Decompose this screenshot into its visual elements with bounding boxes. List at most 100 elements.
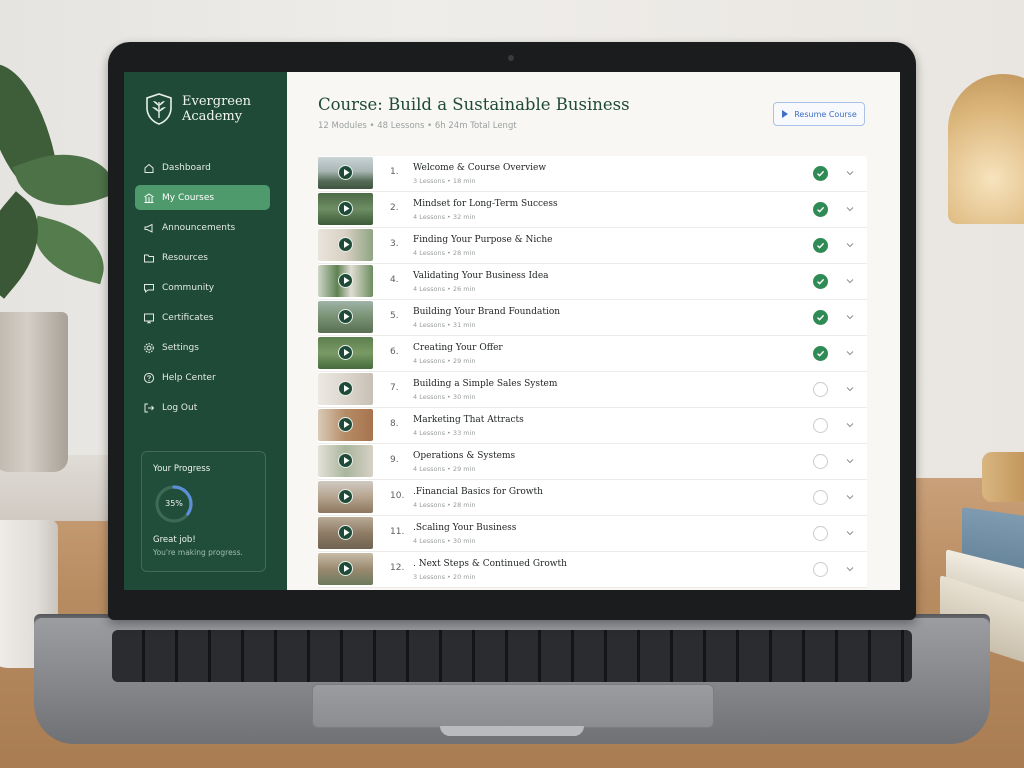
check-icon xyxy=(817,242,825,249)
folder-icon xyxy=(144,254,154,262)
play-button[interactable] xyxy=(338,165,353,180)
chevron-down-icon[interactable] xyxy=(845,312,855,322)
play-button[interactable] xyxy=(338,345,353,360)
chevron-down-icon[interactable] xyxy=(845,240,855,250)
play-button[interactable] xyxy=(338,417,353,432)
module-row[interactable]: 6. Creating Your Offer 4 Lessons • 29 min xyxy=(318,336,867,372)
chevron-down-icon[interactable] xyxy=(845,204,855,214)
sidebar-item-announcements[interactable]: Announcements xyxy=(135,215,270,240)
module-row[interactable]: 2. Mindset for Long-Term Success 4 Lessons… xyxy=(318,192,867,228)
module-details: 4 Lessons • 30 min xyxy=(413,537,476,545)
module-details: 4 Lessons • 33 min xyxy=(413,429,476,437)
sidebar-item-dashboard[interactable]: Dashboard xyxy=(135,155,270,180)
module-thumbnail[interactable] xyxy=(318,373,373,405)
chevron-down-icon[interactable] xyxy=(845,564,855,574)
play-button[interactable] xyxy=(338,273,353,288)
play-button[interactable] xyxy=(338,237,353,252)
module-row[interactable]: 7. Building a Simple Sales System 4 Lesson… xyxy=(318,372,867,408)
module-details: 3 Lessons • 18 min xyxy=(413,177,476,185)
logout-icon xyxy=(144,403,155,412)
module-title[interactable]: . Next Steps & Continued Growth xyxy=(413,559,567,569)
sidebar-item-label: Resources xyxy=(162,252,208,263)
sidebar-item-label: Community xyxy=(162,282,215,293)
module-title[interactable]: .Financial Basics for Growth xyxy=(413,487,543,497)
module-row[interactable]: 9. Operations & Systems 4 Lessons • 29 min xyxy=(318,444,867,480)
incomplete-status-icon xyxy=(813,418,828,433)
main-content: Course: Build a Sustainable Business 12 … xyxy=(287,72,900,590)
module-row[interactable]: 12. . Next Steps & Continued Growth 3 Less… xyxy=(318,552,867,588)
module-title[interactable]: Marketing That Attracts xyxy=(413,415,524,425)
module-row[interactable]: 8. Marketing That Attracts 4 Lessons • 33 … xyxy=(318,408,867,444)
module-row[interactable]: 10. .Financial Basics for Growth 4 Lessons… xyxy=(318,480,867,516)
play-button[interactable] xyxy=(338,525,353,540)
module-title[interactable]: Building a Simple Sales System xyxy=(413,379,557,389)
chevron-down-icon[interactable] xyxy=(845,384,855,394)
sidebar-item-settings[interactable]: Settings xyxy=(135,335,270,360)
module-title[interactable]: Validating Your Business Idea xyxy=(413,271,549,281)
gear-icon xyxy=(144,342,154,353)
chevron-down-icon[interactable] xyxy=(845,492,855,502)
brand-logo[interactable]: Evergreen Academy xyxy=(144,92,251,126)
play-icon xyxy=(344,457,350,464)
module-title[interactable]: Operations & Systems xyxy=(413,451,515,461)
shield-leaf-icon xyxy=(146,93,172,125)
module-thumbnail[interactable] xyxy=(318,193,373,225)
chevron-down-icon[interactable] xyxy=(845,348,855,358)
chevron-down-icon[interactable] xyxy=(845,420,855,430)
module-number: 4. xyxy=(390,275,399,285)
brand-name-line2: Academy xyxy=(182,109,243,124)
desk-lamp xyxy=(948,74,1024,224)
module-number: 1. xyxy=(390,167,399,177)
module-thumbnail[interactable] xyxy=(318,337,373,369)
laptop-notch xyxy=(440,726,584,736)
module-thumbnail[interactable] xyxy=(318,301,373,333)
sidebar-item-certificates[interactable]: Certificates xyxy=(135,305,270,330)
module-row[interactable]: 1. Welcome & Course Overview 3 Lessons • 1… xyxy=(318,156,867,192)
chevron-down-icon[interactable] xyxy=(845,168,855,178)
module-thumbnail[interactable] xyxy=(318,157,373,189)
sidebar-item-help-center[interactable]: Help Center xyxy=(135,365,270,390)
module-thumbnail[interactable] xyxy=(318,553,373,585)
play-button[interactable] xyxy=(338,381,353,396)
module-thumbnail[interactable] xyxy=(318,445,373,477)
sidebar-item-my-courses[interactable]: My Courses xyxy=(135,185,270,210)
webcam xyxy=(508,55,514,61)
play-icon xyxy=(344,349,350,356)
module-number: 7. xyxy=(390,383,399,393)
sidebar-item-log-out[interactable]: Log Out xyxy=(135,395,270,420)
module-number: 2. xyxy=(390,203,399,213)
module-thumbnail[interactable] xyxy=(318,229,373,261)
chevron-down-icon[interactable] xyxy=(845,528,855,538)
module-row[interactable]: 4. Validating Your Business Idea 4 Lessons… xyxy=(318,264,867,300)
module-thumbnail[interactable] xyxy=(318,481,373,513)
module-row[interactable]: 11. .Scaling Your Business 4 Lessons • 30 … xyxy=(318,516,867,552)
play-button[interactable] xyxy=(338,201,353,216)
module-thumbnail[interactable] xyxy=(318,265,373,297)
incomplete-status-icon xyxy=(813,562,828,577)
module-title[interactable]: Mindset for Long-Term Success xyxy=(413,199,558,209)
progress-percent: 35% xyxy=(165,499,183,508)
sidebar-item-resources[interactable]: Resources xyxy=(135,245,270,270)
chevron-down-icon[interactable] xyxy=(845,276,855,286)
module-title[interactable]: Creating Your Offer xyxy=(413,343,503,353)
resume-course-button[interactable]: Resume Course xyxy=(773,102,865,126)
megaphone-icon xyxy=(144,223,153,233)
module-row[interactable]: 3. Finding Your Purpose & Niche 4 Lessons … xyxy=(318,228,867,264)
module-thumbnail[interactable] xyxy=(318,517,373,549)
module-title[interactable]: Building Your Brand Foundation xyxy=(413,307,560,317)
play-icon xyxy=(344,493,350,500)
module-title[interactable]: .Scaling Your Business xyxy=(413,523,516,533)
module-title[interactable]: Finding Your Purpose & Niche xyxy=(413,235,552,245)
module-thumbnail[interactable] xyxy=(318,409,373,441)
module-details: 4 Lessons • 29 min xyxy=(413,465,476,473)
play-button[interactable] xyxy=(338,453,353,468)
play-icon xyxy=(344,385,350,392)
module-row[interactable]: 5. Building Your Brand Foundation 4 Lesson… xyxy=(318,300,867,336)
play-button[interactable] xyxy=(338,489,353,504)
module-title[interactable]: Welcome & Course Overview xyxy=(413,163,546,173)
chevron-down-icon[interactable] xyxy=(845,456,855,466)
play-button[interactable] xyxy=(338,561,353,576)
play-button[interactable] xyxy=(338,309,353,324)
sidebar-item-community[interactable]: Community xyxy=(135,275,270,300)
progress-message: Great job! xyxy=(153,535,196,545)
